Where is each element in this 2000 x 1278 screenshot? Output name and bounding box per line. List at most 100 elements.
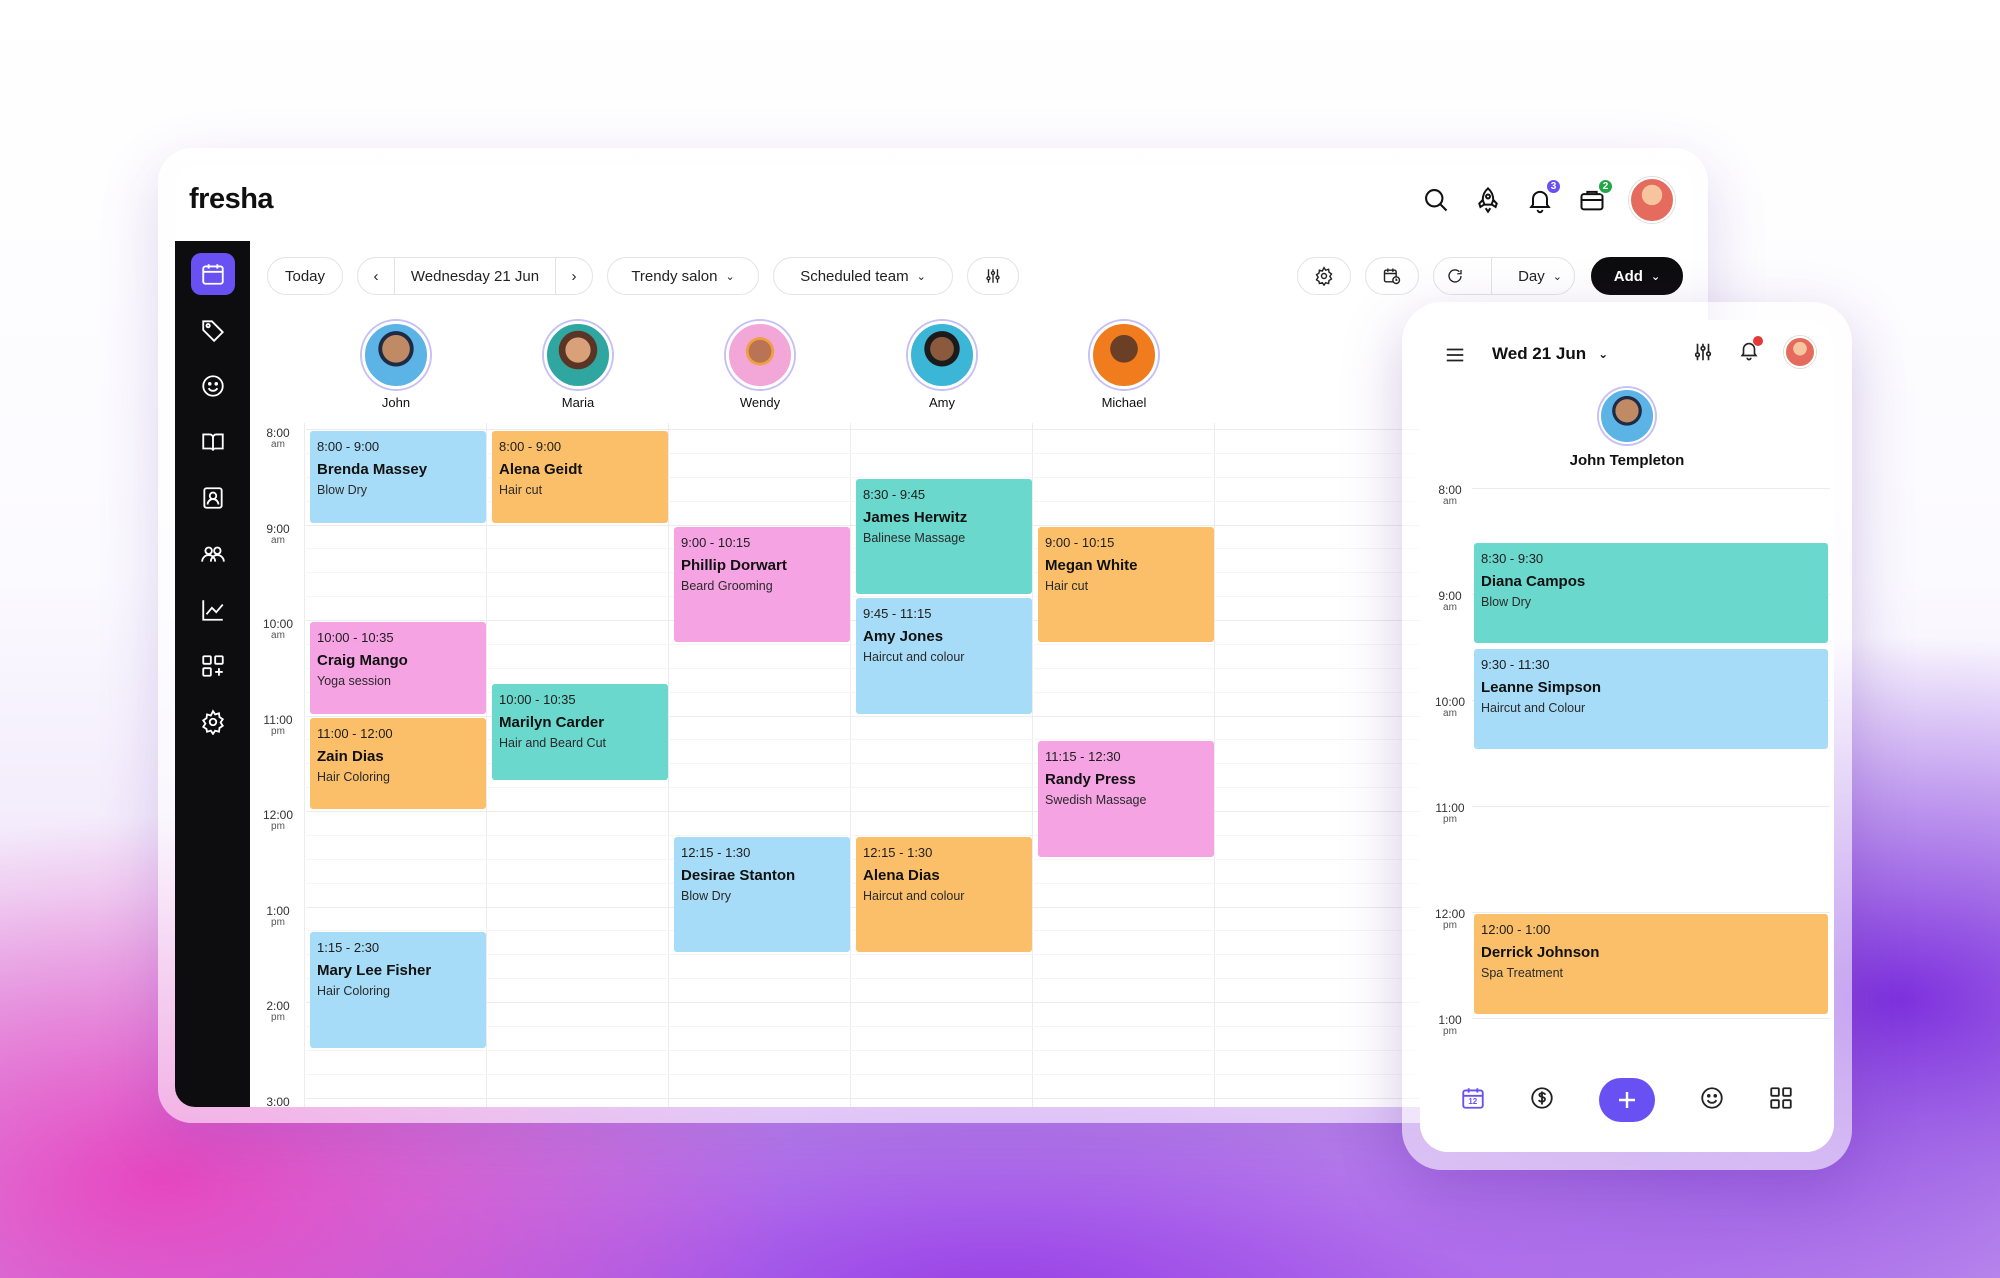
sidebar-item-team[interactable]: [191, 533, 235, 575]
quarter-gridline: [306, 1073, 1493, 1075]
sidebar-item-clients[interactable]: [191, 365, 235, 407]
mobile-top-icons: [1692, 335, 1816, 368]
filter-button[interactable]: [967, 257, 1019, 295]
appointment-client: Megan White: [1045, 556, 1138, 574]
user-avatar[interactable]: [1629, 177, 1675, 223]
current-date[interactable]: Wednesday 21 Jun: [395, 268, 555, 285]
sidebar-item-sales[interactable]: [191, 309, 235, 351]
view-control: Day ⌄: [1433, 257, 1575, 295]
waitlist-button[interactable]: [1365, 257, 1419, 295]
plus-icon: [1618, 1092, 1635, 1108]
appointment-card[interactable]: 11:15 - 12:30 Randy Press Swedish Massage: [1038, 741, 1214, 857]
sidebar-item-calendar[interactable]: [190, 253, 235, 295]
appointment-client: Alena Geidt: [499, 461, 583, 478]
appointment-card[interactable]: 11:00 - 12:00 Zain Dias Hair Coloring: [310, 717, 486, 809]
mobile-date-select[interactable]: Wed 21 Jun ⌄: [1492, 344, 1608, 364]
view-select[interactable]: Day ⌄: [1518, 268, 1562, 285]
sidebar-item-addons[interactable]: [191, 645, 235, 687]
staff-header-row: John Maria Wendy Amy Michael: [265, 315, 1465, 419]
add-button[interactable]: Add ⌄: [1591, 257, 1683, 295]
staff-column-header[interactable]: Michael: [1008, 315, 1240, 410]
appointment-client: Phillip Dorwart: [681, 556, 787, 574]
appointment-time: 12:15 - 1:30: [863, 844, 933, 860]
mobile-appointment-card[interactable]: 12:00 - 1:00 Derrick Johnson Spa Treatment: [1474, 914, 1828, 1014]
calendar-day-number: 12: [1468, 1096, 1478, 1106]
sliders-icon[interactable]: [1692, 341, 1714, 363]
appointment-time: 1:15 - 2:30: [317, 940, 380, 956]
appointment-card[interactable]: 8:30 - 9:45 James Herwitz Balinese Massage: [856, 478, 1032, 595]
gear-icon: [201, 709, 224, 735]
appointment-card[interactable]: 9:00 - 10:15 Phillip Dorwart Beard Groomin…: [674, 526, 850, 642]
mobile-hour-label: 10:00 am: [1434, 695, 1466, 719]
sidebar-item-online[interactable]: [191, 477, 235, 519]
search-icon[interactable]: [1421, 185, 1451, 215]
mobile-hour-gridline: [1472, 806, 1830, 807]
column-divider: [668, 423, 669, 1107]
appointment-card[interactable]: 1:15 - 2:30 Mary Lee Fisher Hair Coloring: [310, 932, 486, 1048]
appointment-card[interactable]: 9:45 - 11:15 Amy Jones Haircut and colour: [856, 598, 1032, 714]
appointment-card[interactable]: 10:00 - 10:35 Craig Mango Yoga session: [310, 622, 486, 714]
date-navigator: ‹ Wednesday 21 Jun ›: [357, 257, 593, 295]
nav-clients-icon[interactable]: [1699, 1085, 1725, 1116]
appointment-time: 9:00 - 10:15: [681, 534, 751, 550]
bag-icon[interactable]: 2: [1577, 178, 1614, 215]
menu-icon[interactable]: [1444, 344, 1466, 371]
add-appointment-button[interactable]: [1598, 1078, 1655, 1122]
sidebar-item-reports[interactable]: [191, 589, 235, 631]
staff-avatar[interactable]: [1599, 388, 1655, 444]
appointment-service: Hair Coloring: [317, 984, 390, 999]
staff-avatar: [726, 321, 794, 389]
mobile-appointment-card[interactable]: 8:30 - 9:30 Diana Campos Blow Dry: [1474, 543, 1828, 643]
appointment-time: 8:30 - 9:30: [1481, 551, 1544, 566]
mobile-user-avatar[interactable]: [1784, 336, 1816, 368]
add-label: Add: [1613, 267, 1643, 285]
hour-label: 11:00 pm: [263, 712, 293, 737]
refresh-icon[interactable]: [1446, 267, 1464, 285]
staff-avatar: [908, 321, 976, 389]
tasks-badge: 2: [1597, 178, 1614, 195]
quarter-gridline: [306, 596, 1493, 598]
appointment-service: Haircut and colour: [863, 888, 965, 903]
appointment-service: Swedish Massage: [1045, 793, 1147, 808]
appointment-client: Alena Dias: [863, 866, 940, 884]
nav-calendar-icon[interactable]: 12: [1460, 1085, 1486, 1116]
prev-day-icon[interactable]: ‹: [358, 268, 394, 285]
calendar-clock-icon: [1383, 268, 1401, 285]
rocket-icon[interactable]: [1473, 185, 1503, 215]
mobile-appointment-card[interactable]: 9:30 - 11:30 Leanne Simpson Haircut and Co…: [1474, 649, 1828, 749]
today-button[interactable]: Today: [267, 257, 343, 295]
book-icon: [201, 433, 224, 451]
sidebar-item-settings[interactable]: [191, 701, 235, 743]
mobile-bell-icon[interactable]: [1738, 335, 1763, 366]
appointment-client: Craig Mango: [317, 652, 408, 669]
nav-more-icon[interactable]: [1768, 1085, 1794, 1116]
nav-sales-icon[interactable]: [1529, 1085, 1555, 1116]
column-divider: [486, 423, 487, 1107]
fresha-logo[interactable]: fresha: [189, 183, 274, 216]
team-label: Scheduled team: [800, 267, 909, 285]
hour-gridline: [306, 811, 1493, 812]
team-select[interactable]: Scheduled team ⌄: [773, 257, 953, 295]
appointment-card[interactable]: 10:00 - 10:35 Marilyn Carder Hair and Bear…: [492, 684, 668, 781]
bell-icon[interactable]: 3: [1525, 178, 1562, 215]
appointment-card[interactable]: 12:15 - 1:30 Alena Dias Haircut and colour: [856, 836, 1032, 953]
next-day-icon[interactable]: ›: [556, 268, 592, 285]
appointment-card[interactable]: 9:00 - 10:15 Megan White Hair cut: [1038, 526, 1214, 642]
hour-label: 2:00 pm: [266, 999, 290, 1023]
settings-button[interactable]: [1297, 257, 1351, 295]
appointment-time: 9:30 - 11:30: [1481, 657, 1550, 672]
tag-icon: [201, 320, 224, 343]
appointment-service: Hair Coloring: [317, 769, 390, 784]
appointment-card[interactable]: 8:00 - 9:00 Alena Geidt Hair cut: [492, 431, 668, 523]
appointment-card[interactable]: 8:00 - 9:00 Brenda Massey Blow Dry: [310, 431, 486, 523]
hour-gridline: [306, 1097, 1493, 1099]
appointment-client: Brenda Massey: [317, 461, 428, 478]
appointment-time: 12:15 - 1:30: [681, 844, 751, 860]
mobile-staff-name: John Templeton: [1569, 452, 1685, 469]
sidebar-item-catalog[interactable]: [191, 421, 235, 463]
location-select[interactable]: Trendy salon ⌄: [607, 257, 759, 295]
mobile-hour-gridline: [1472, 1018, 1830, 1019]
mobile-staff-header: John Templeton: [1420, 388, 1834, 469]
appointment-time: 8:00 - 9:00: [317, 439, 380, 454]
appointment-card[interactable]: 12:15 - 1:30 Desirae Stanton Blow Dry: [674, 836, 850, 953]
